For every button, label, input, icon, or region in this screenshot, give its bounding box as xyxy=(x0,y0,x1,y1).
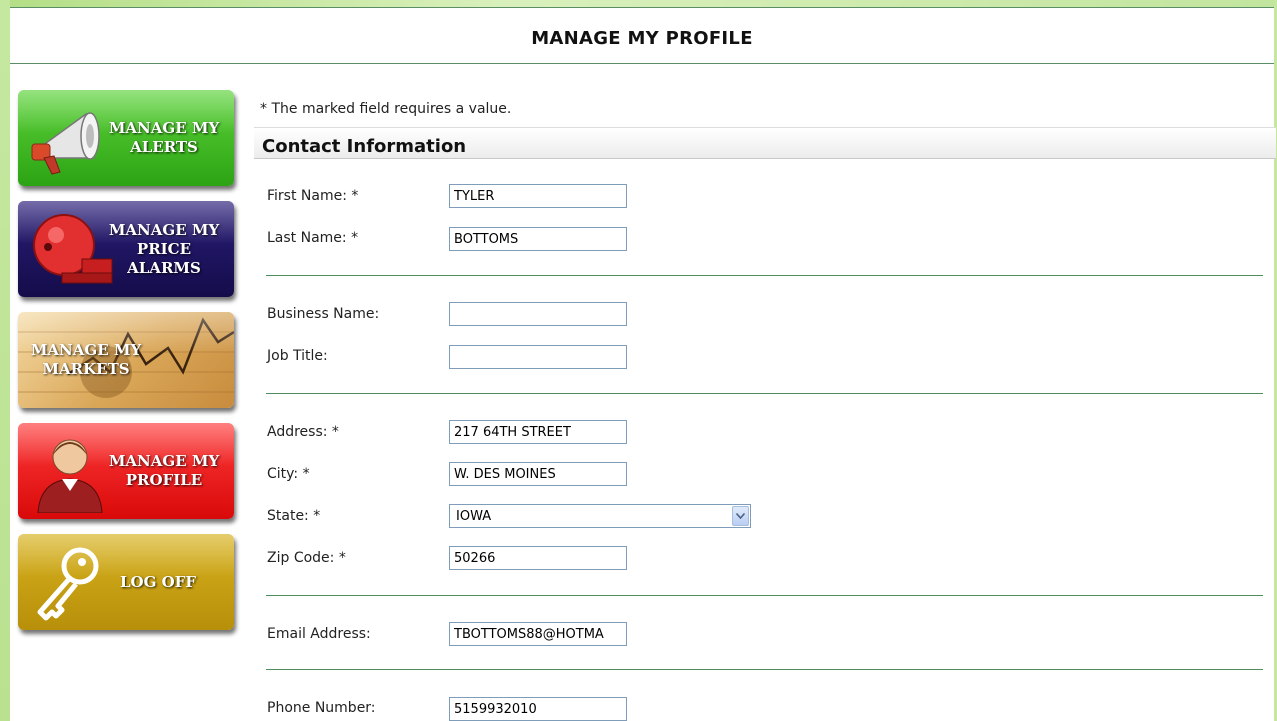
log-off-label: LOG OFF xyxy=(119,572,196,591)
manage-alerts-button[interactable]: MANAGE MY ALERTS xyxy=(18,90,234,186)
required-field-note: * The marked field requires a value. xyxy=(260,101,512,117)
section-header: Contact Information xyxy=(254,127,1276,159)
first-name-label: First Name: * xyxy=(267,188,359,204)
section-title: Contact Information xyxy=(262,136,467,157)
title-bar: MANAGE MY PROFILE xyxy=(10,7,1274,64)
state-label: State: * xyxy=(267,508,321,524)
business-name-label: Business Name: xyxy=(267,306,380,322)
email-address-input[interactable]: TBOTTOMS88@HOTMA xyxy=(449,622,627,646)
chevron-down-icon[interactable] xyxy=(732,506,749,526)
zip-code-label: Zip Code: * xyxy=(267,550,346,566)
city-label: City: * xyxy=(267,466,310,482)
section-divider xyxy=(266,595,1263,596)
section-divider xyxy=(266,275,1263,276)
manage-profile-button[interactable]: MANAGE MY PROFILE xyxy=(18,423,234,519)
phone-number-label: Phone Number: xyxy=(267,700,376,716)
window-frame-top xyxy=(0,0,1277,7)
business-name-input[interactable] xyxy=(449,302,627,326)
page-title: MANAGE MY PROFILE xyxy=(531,28,753,49)
zip-code-input[interactable]: 50266 xyxy=(449,546,627,570)
address-label: Address: * xyxy=(267,424,339,440)
manage-profile-label: MANAGE MY PROFILE xyxy=(108,452,220,489)
email-address-label: Email Address: xyxy=(267,626,371,642)
log-off-button[interactable]: LOG OFF xyxy=(18,534,234,630)
section-divider xyxy=(266,669,1263,670)
phone-number-input[interactable]: 5159932010 xyxy=(449,697,627,721)
state-selected-value: IOWA xyxy=(456,508,492,524)
window-frame-left xyxy=(0,0,10,721)
manage-markets-button[interactable]: MANAGE MY MARKETS xyxy=(18,312,234,408)
first-name-input[interactable]: TYLER xyxy=(449,184,627,208)
manage-markets-label: MANAGE MY MARKETS xyxy=(30,341,142,378)
section-divider xyxy=(266,393,1263,394)
job-title-label: Job Title: xyxy=(267,348,328,364)
manage-alerts-label: MANAGE MY ALERTS xyxy=(108,119,220,156)
last-name-label: Last Name: * xyxy=(267,230,359,246)
manage-price-alarms-label: MANAGE MY PRICE ALARMS xyxy=(108,220,220,277)
last-name-input[interactable]: BOTTOMS xyxy=(449,227,627,251)
job-title-input[interactable] xyxy=(449,345,627,369)
address-input[interactable]: 217 64TH STREET xyxy=(449,420,627,444)
city-input[interactable]: W. DES MOINES xyxy=(449,462,627,486)
manage-price-alarms-button[interactable]: MANAGE MY PRICE ALARMS xyxy=(18,201,234,297)
state-select[interactable]: IOWA xyxy=(449,504,751,528)
